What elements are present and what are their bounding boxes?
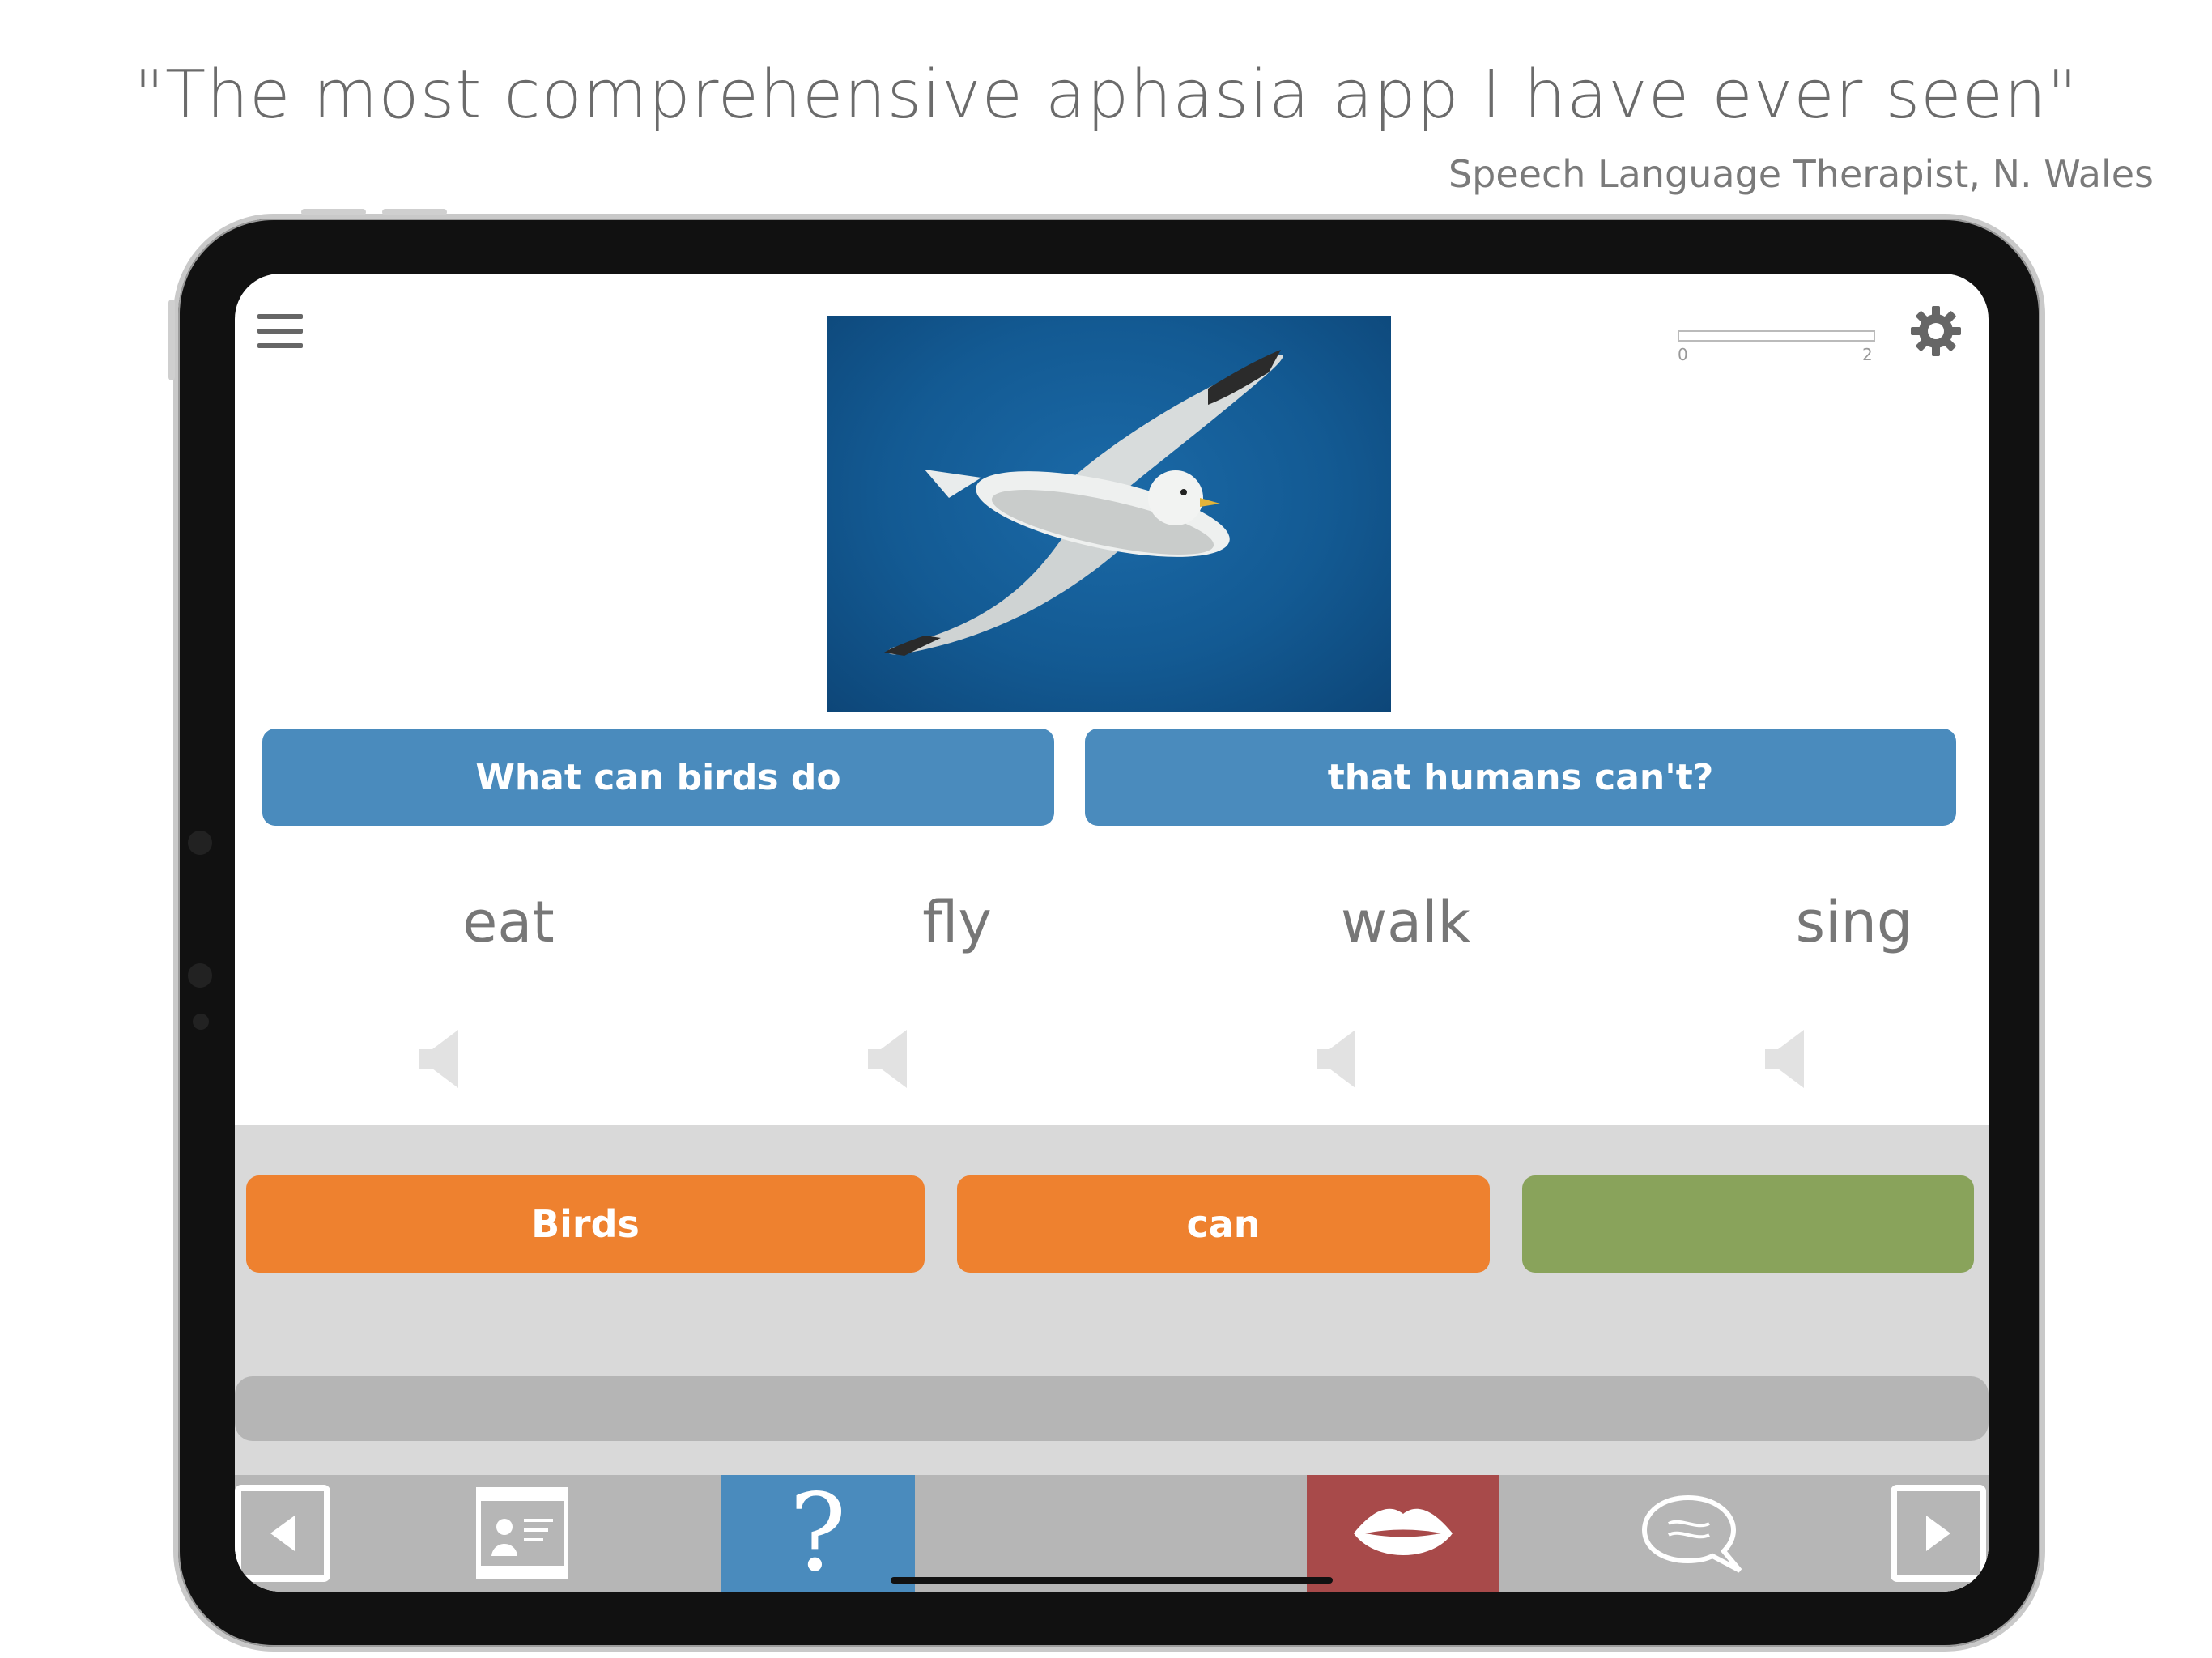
answer-chip-birds[interactable]: Birds (246, 1175, 925, 1273)
app-screen: 0 2 What can birds do that humans can't?… (235, 274, 1989, 1592)
progress-track (1678, 330, 1875, 342)
answer-slot-empty[interactable] (1522, 1175, 1974, 1273)
menu-icon-line (257, 343, 303, 348)
menu-icon (257, 314, 303, 319)
picture-cue-button[interactable] (470, 1475, 575, 1592)
device-power-button (168, 300, 175, 380)
home-indicator (891, 1577, 1333, 1584)
answer-area: Birds can ? (235, 1125, 1989, 1592)
choice-word-eat[interactable]: eat (347, 889, 670, 955)
previous-button[interactable] (235, 1475, 330, 1592)
next-button[interactable] (1890, 1475, 1987, 1592)
settings-button[interactable] (1909, 304, 1963, 358)
device-camera-dot (193, 1014, 209, 1030)
scene-photo (827, 316, 1391, 712)
promo-attribution: Speech Language Therapist, N. Wales (1448, 152, 2154, 196)
choice-word-walk[interactable]: walk (1244, 889, 1568, 955)
speaker-icon (1317, 1030, 1355, 1088)
speaker-icon (1765, 1030, 1804, 1088)
choice-word-fly[interactable]: fly (795, 889, 1119, 955)
speak-button[interactable] (1307, 1475, 1499, 1592)
gear-icon (1911, 306, 1961, 356)
device-camera-dot (188, 963, 212, 988)
speaker-button-walk[interactable] (1313, 1027, 1362, 1091)
speech-bubble-icon (1641, 1494, 1742, 1573)
choice-word-sing[interactable]: sing (1692, 889, 1989, 955)
prompt-part-2[interactable]: that humans can't? (1085, 729, 1956, 826)
progress-indicator: 0 2 (1678, 330, 1875, 364)
conversation-button[interactable] (1636, 1475, 1749, 1592)
help-button[interactable]: ? (721, 1471, 915, 1592)
seagull-illustration (884, 350, 1283, 656)
question-mark: ? (789, 1471, 847, 1592)
answer-chip-can[interactable]: can (957, 1175, 1490, 1273)
lips-icon (1354, 1508, 1453, 1555)
speaker-button-eat[interactable] (416, 1027, 465, 1091)
device-camera-dot (188, 831, 212, 855)
prompt-part-1[interactable]: What can birds do (262, 729, 1054, 826)
menu-button[interactable] (257, 314, 303, 359)
menu-icon-line (257, 329, 303, 334)
speaker-icon (419, 1030, 458, 1088)
promo-headline: "The most comprehensive aphasia app I ha… (134, 57, 2078, 134)
picture-cue-icon (476, 1487, 568, 1579)
speaker-button-sing[interactable] (1762, 1027, 1810, 1091)
arrow-left-icon (235, 1485, 330, 1582)
bottom-toolbar: ? (235, 1471, 1989, 1592)
device-volume-button (301, 209, 366, 215)
progress-max-label: 2 (1862, 345, 1873, 364)
device-volume-button (382, 209, 447, 215)
progress-min-label: 0 (1678, 345, 1688, 364)
speaker-icon (868, 1030, 907, 1088)
speaker-button-fly[interactable] (865, 1027, 913, 1091)
sentence-bar (235, 1376, 1989, 1441)
arrow-right-icon (1891, 1485, 1986, 1582)
